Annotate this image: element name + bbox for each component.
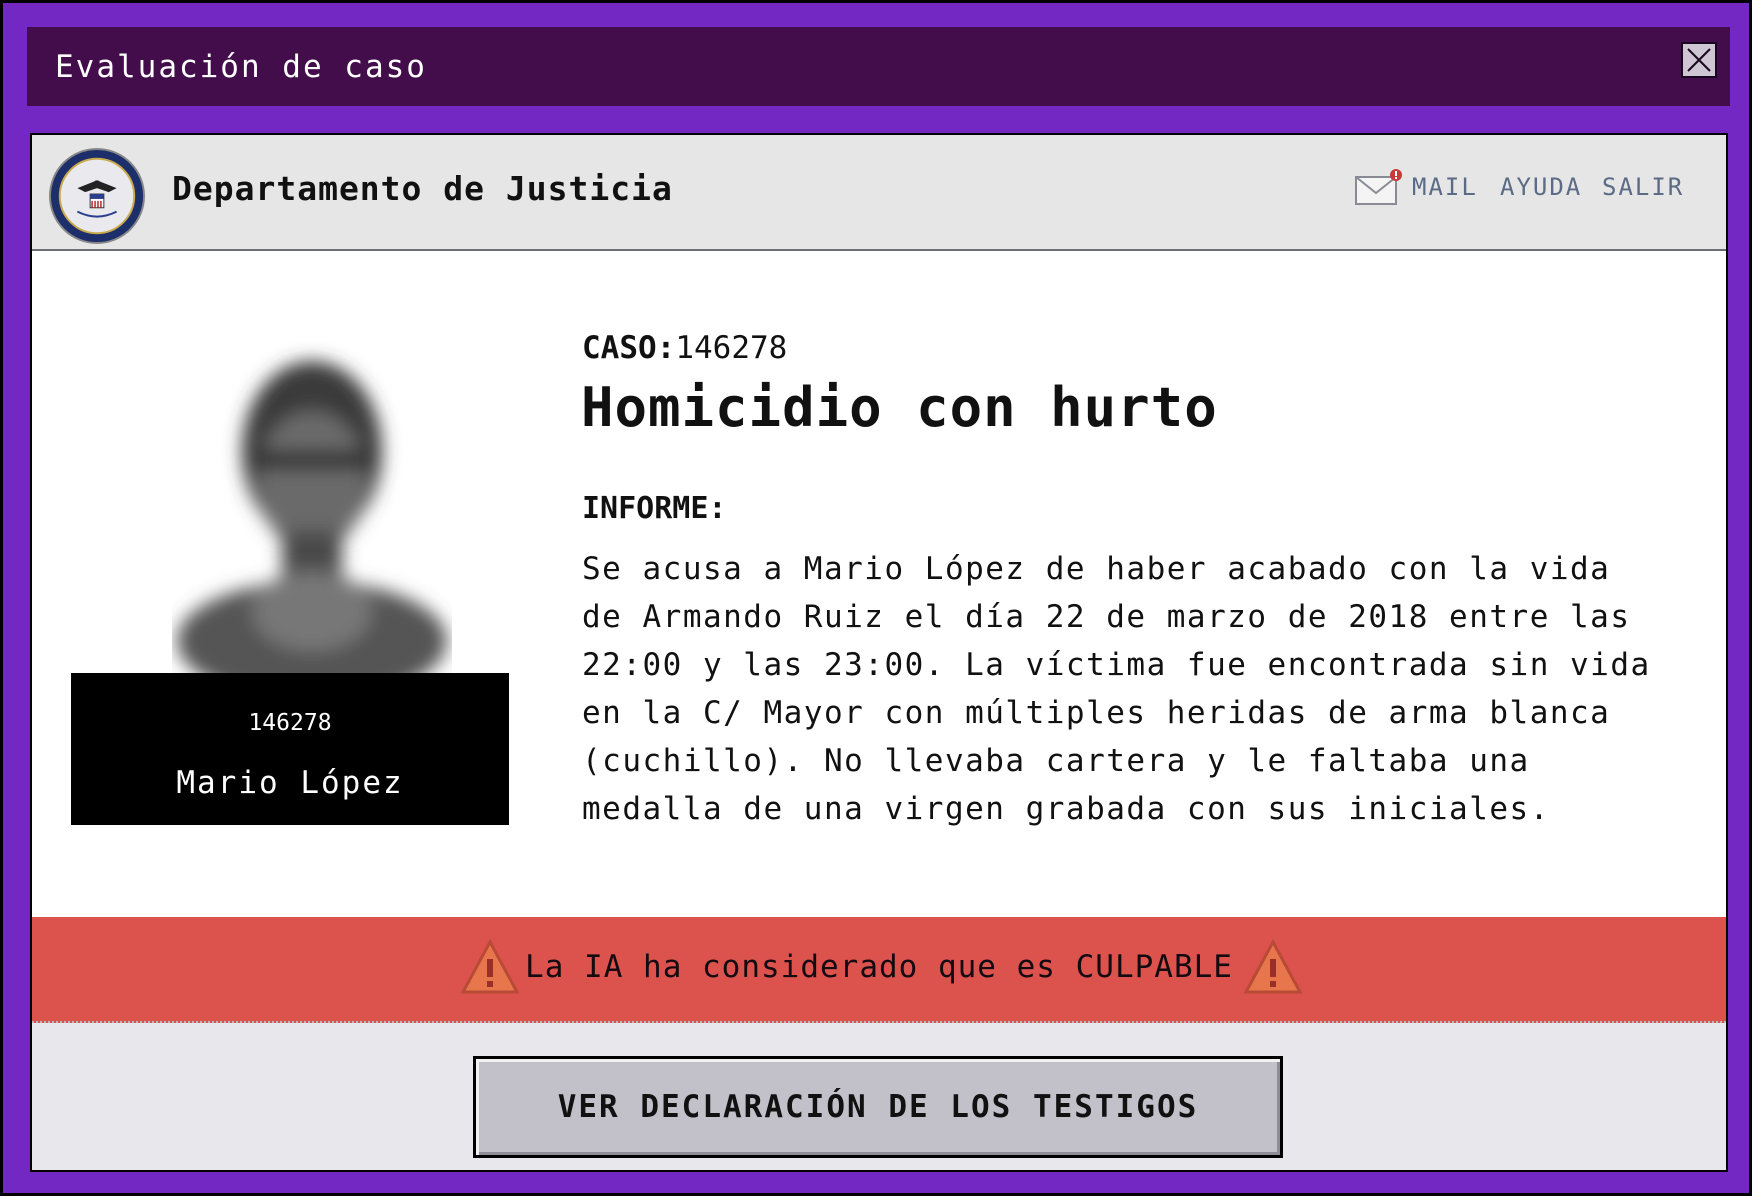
- department-name: Departamento de Justicia: [172, 169, 673, 208]
- suspect-id-number: 146278: [248, 710, 332, 736]
- verdict-message: La IA ha considerado que es CULPABLE: [525, 949, 1233, 985]
- actions-footer: VER DECLARACIÓN DE LOS TESTIGOS: [32, 1023, 1726, 1170]
- suspect-photo: [177, 361, 447, 701]
- case-number: 146278: [675, 330, 788, 366]
- nav-exit-link[interactable]: SALIR: [1602, 173, 1684, 201]
- report-label: INFORME:: [582, 491, 727, 526]
- case-content: Departamento de Justicia MAIL AYUDA SALI…: [30, 133, 1728, 1172]
- case-number-line: CASO:146278: [582, 330, 787, 366]
- case-details: 146278 Mario López CASO:146278 Homicidio…: [32, 251, 1726, 917]
- window-titlebar[interactable]: Evaluación de caso: [27, 27, 1730, 106]
- case-label: CASO:: [582, 330, 676, 366]
- close-icon: [1687, 48, 1711, 72]
- window-title: Evaluación de caso: [55, 49, 427, 85]
- crime-title: Homicidio con hurto: [581, 376, 1218, 439]
- case-evaluation-window: Evaluación de caso Departamento de Justi…: [0, 0, 1752, 1196]
- suspect-id-card: 146278 Mario López: [71, 673, 509, 825]
- warning-icon: [1243, 939, 1303, 994]
- department-seal-logo: [48, 147, 146, 245]
- nav-mail-link[interactable]: MAIL: [1412, 173, 1478, 201]
- verdict-alert-banner: La IA ha considerado que es CULPABLE: [32, 917, 1726, 1023]
- suspect-name: Mario López: [176, 765, 404, 801]
- view-witness-statements-button[interactable]: VER DECLARACIÓN DE LOS TESTIGOS: [473, 1056, 1283, 1158]
- close-button[interactable]: [1681, 42, 1717, 78]
- report-text: Se acusa a Mario López de haber acabado …: [582, 551, 1651, 827]
- department-header: Departamento de Justicia MAIL AYUDA SALI…: [32, 135, 1726, 251]
- nav-help-link[interactable]: AYUDA: [1500, 173, 1582, 201]
- mail-notification-icon[interactable]: [1354, 167, 1402, 207]
